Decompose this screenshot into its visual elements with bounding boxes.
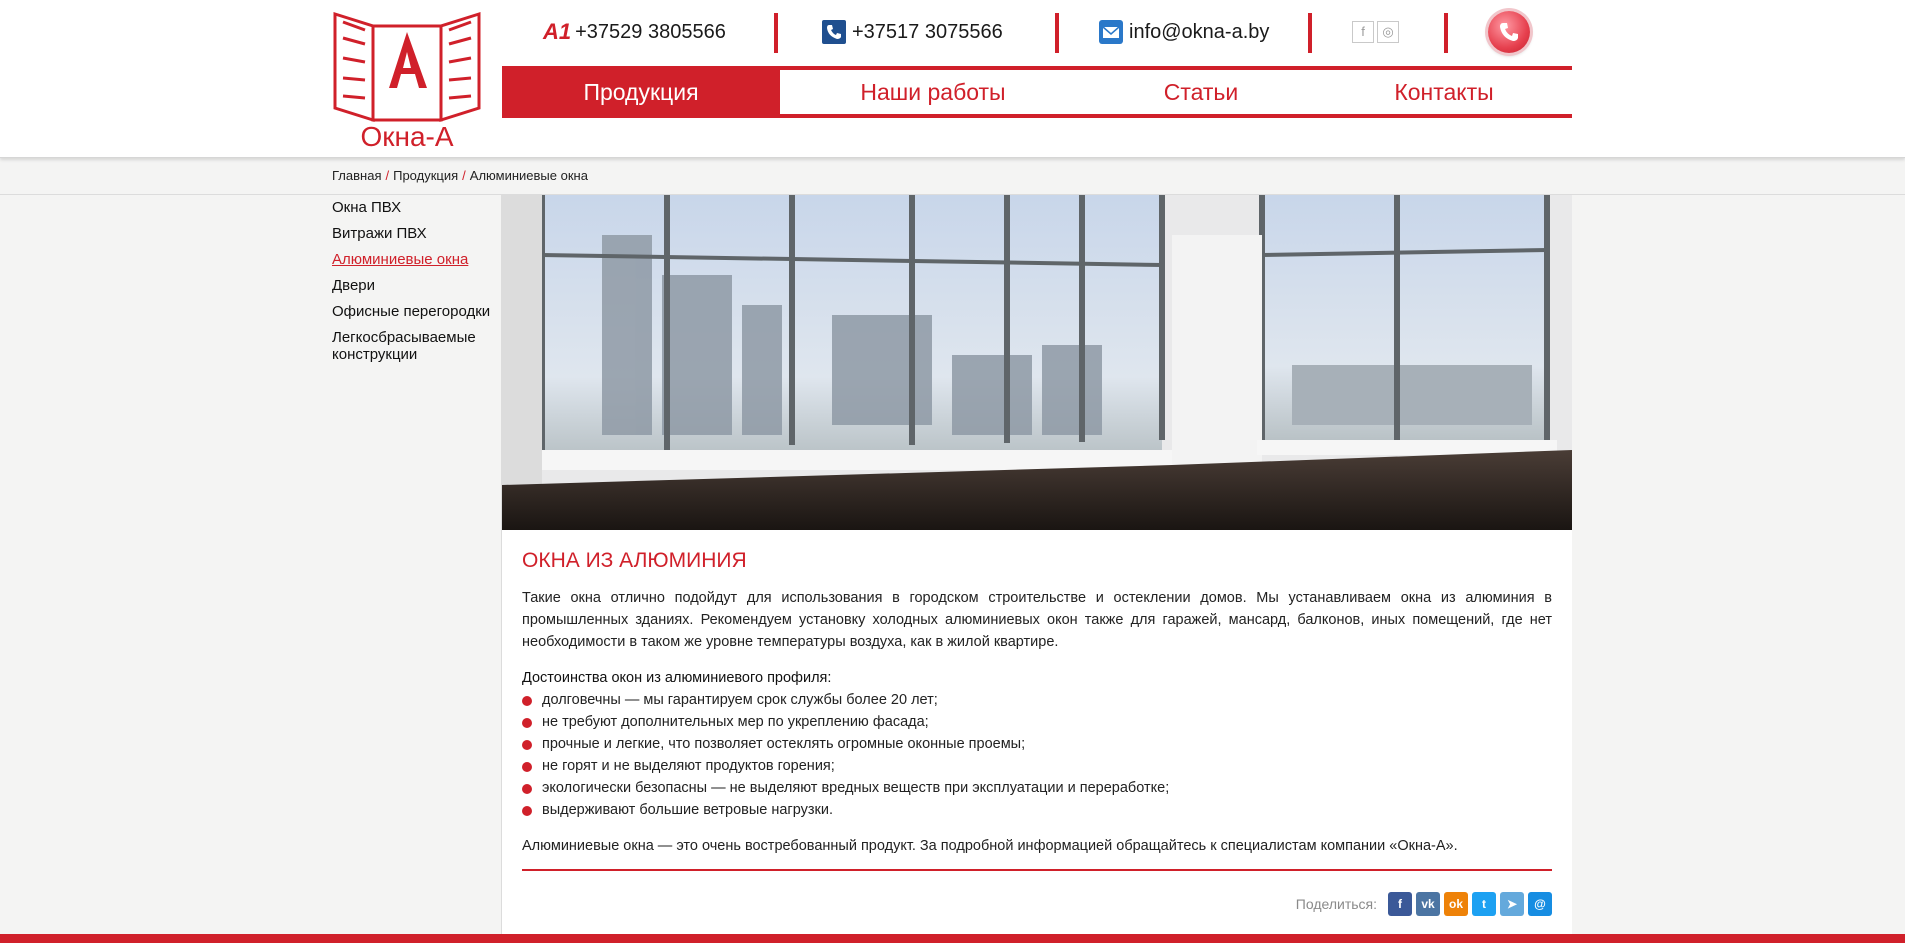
- email-address: info@okna-a.by: [1129, 20, 1270, 43]
- sidebar-item-aluminum-windows[interactable]: Алюминиевые окна: [332, 251, 502, 268]
- divider: [774, 13, 778, 53]
- nav-item-contacts[interactable]: Контакты: [1316, 70, 1572, 114]
- logo-window-icon: Окна-А: [333, 11, 481, 152]
- sidebar-menu: Окна ПВХ Витражи ПВХ Алюминиевые окна Дв…: [332, 199, 502, 372]
- list-item: экологически безопасны — не выделяют вре…: [522, 777, 1552, 799]
- phone-city[interactable]: +37517 3075566: [822, 10, 1003, 54]
- divider: [1308, 13, 1312, 53]
- breadcrumb-products[interactable]: Продукция: [393, 168, 458, 183]
- divider: [522, 869, 1552, 871]
- list-item: долговечны — мы гарантируем срок службы …: [522, 689, 1552, 711]
- article: ОКНА ИЗ АЛЮМИНИЯ Такие окна отлично подо…: [522, 549, 1552, 871]
- sidebar-item-office-partitions[interactable]: Офисные перегородки: [332, 303, 502, 320]
- list-item: выдерживают большие ветровые нагрузки.: [522, 799, 1552, 821]
- company-logo[interactable]: Окна-А: [331, 8, 483, 152]
- nav-item-our-works[interactable]: Наши работы: [780, 70, 1086, 114]
- social-links: f ◎: [1352, 10, 1399, 54]
- main-nav: Продукция Наши работы Статьи Контакты: [502, 66, 1572, 118]
- email-link[interactable]: info@okna-a.by: [1099, 10, 1269, 54]
- share-twitter-icon[interactable]: t: [1472, 892, 1496, 916]
- sidebar-item-pvc-windows[interactable]: Окна ПВХ: [332, 199, 502, 216]
- share-odnoklassniki-icon[interactable]: ok: [1444, 892, 1468, 916]
- share-telegram-icon[interactable]: ➤: [1500, 892, 1524, 916]
- a1-operator-icon: A1: [543, 19, 572, 44]
- sidebar-item-pvc-stained-glass[interactable]: Витражи ПВХ: [332, 225, 502, 242]
- share-bar: Поделиться: f vk ok t ➤ @: [1296, 892, 1552, 916]
- sidebar-item-releasable-structures[interactable]: Легкосбрасываемые конструкции: [332, 329, 497, 363]
- breadcrumb-separator: /: [462, 168, 466, 183]
- divider: [1055, 13, 1059, 53]
- main-content: ОКНА ИЗ АЛЮМИНИЯ Такие окна отлично подо…: [502, 195, 1572, 943]
- list-item: не требуют дополнительных мер по укрепле…: [522, 711, 1552, 733]
- phone-a1-number: +37529 3805566: [575, 20, 726, 43]
- breadcrumb-home[interactable]: Главная: [332, 168, 381, 183]
- list-item: прочные и легкие, что позволяет остеклят…: [522, 733, 1552, 755]
- divider: [1444, 13, 1448, 53]
- share-moimir-icon[interactable]: @: [1528, 892, 1552, 916]
- contacts-bar: A1 +37529 3805566 +37517 3075566 info@ok…: [502, 10, 1572, 54]
- site-header: Окна-А A1 +37529 3805566 +37517 3075566 …: [0, 0, 1905, 158]
- phone-city-number: +37517 3075566: [852, 20, 1003, 43]
- phone-handset-icon: [1500, 23, 1518, 41]
- advantages-heading: Достоинства окон из алюминиевого профиля…: [522, 670, 832, 686]
- share-facebook-icon[interactable]: f: [1388, 892, 1412, 916]
- sidebar-item-doors[interactable]: Двери: [332, 277, 502, 294]
- breadcrumb: Главная / Продукция / Алюминиевые окна: [332, 168, 588, 183]
- advantages-list: долговечны — мы гарантируем срок службы …: [522, 689, 1552, 821]
- logo-text: Окна-А: [360, 121, 453, 152]
- phone-a1[interactable]: A1 +37529 3805566: [543, 10, 726, 54]
- nav-item-products[interactable]: Продукция: [502, 70, 780, 114]
- breadcrumb-separator: /: [385, 168, 390, 183]
- page-title: ОКНА ИЗ АЛЮМИНИЯ: [522, 549, 747, 572]
- instagram-icon[interactable]: ◎: [1377, 21, 1399, 43]
- footer-bar: [0, 934, 1905, 943]
- list-item: не горят и не выделяют продуктов горения…: [522, 755, 1552, 777]
- share-label: Поделиться:: [1295, 896, 1377, 912]
- email-icon: [1099, 20, 1123, 44]
- article-intro: Такие окна отлично подойдут для использо…: [522, 590, 1552, 650]
- breadcrumb-current: Алюминиевые окна: [469, 168, 588, 183]
- nav-item-articles[interactable]: Статьи: [1086, 70, 1316, 114]
- article-outro: Алюминиевые окна — это очень востребован…: [522, 838, 1458, 854]
- hero-image: [502, 195, 1572, 530]
- facebook-icon[interactable]: f: [1352, 21, 1374, 43]
- share-vkontakte-icon[interactable]: vk: [1416, 892, 1440, 916]
- phone-icon: [822, 20, 846, 44]
- callback-button[interactable]: [1488, 11, 1530, 53]
